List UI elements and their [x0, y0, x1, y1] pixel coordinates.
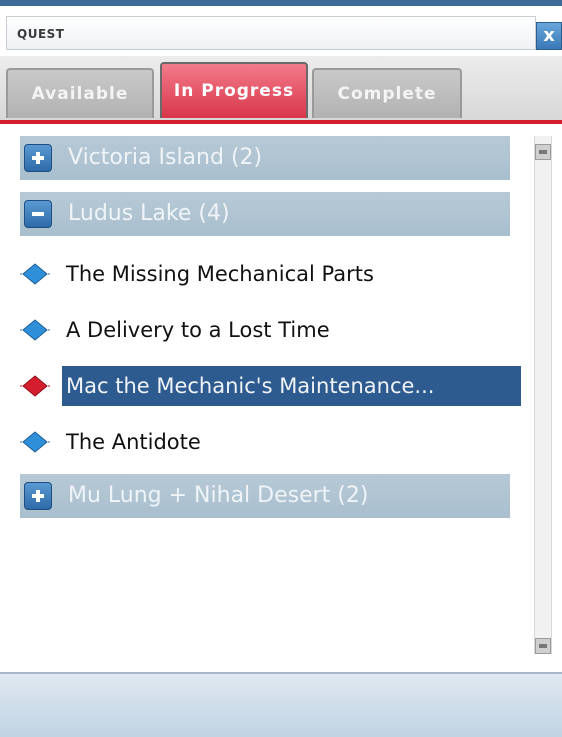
- tab-available[interactable]: Available: [6, 68, 154, 118]
- quest-list: Victoria Island (2) Ludus Lake (4) The M…: [0, 124, 562, 672]
- list-item[interactable]: A Delivery to a Lost Time: [20, 310, 520, 350]
- quest-tabs: Available In Progress Complete: [0, 56, 562, 124]
- group-label: Mu Lung + Nihal Desert (2): [68, 483, 369, 508]
- list-item-selected[interactable]: Mac the Mechanic's Maintenance...: [20, 366, 521, 406]
- expand-icon[interactable]: [24, 144, 52, 172]
- quest-bullet-icon: [20, 319, 50, 341]
- quest-bullet-active-icon: [20, 375, 50, 397]
- window-title: QUEST: [17, 27, 65, 41]
- quest-bullet-icon: [20, 263, 50, 285]
- group-label: Victoria Island (2): [68, 145, 263, 170]
- quest-label: A Delivery to a Lost Time: [66, 318, 330, 342]
- scroll-up-button[interactable]: [535, 144, 551, 160]
- expand-icon[interactable]: [24, 482, 52, 510]
- group-ludus-lake[interactable]: Ludus Lake (4): [20, 192, 510, 236]
- scrollbar[interactable]: [534, 136, 552, 654]
- quest-label: The Missing Mechanical Parts: [66, 262, 374, 286]
- scroll-down-button[interactable]: [535, 638, 551, 654]
- tab-complete[interactable]: Complete: [312, 68, 462, 118]
- close-icon: x: [543, 25, 555, 46]
- quest-window: QUEST x Available In Progress Complete V…: [0, 0, 562, 737]
- close-button[interactable]: x: [536, 22, 562, 50]
- window-titlebar[interactable]: QUEST: [6, 16, 536, 50]
- group-label: Ludus Lake (4): [68, 201, 230, 226]
- quest-label: The Antidote: [66, 430, 201, 454]
- quest-bullet-icon: [20, 431, 50, 453]
- collapse-icon[interactable]: [24, 200, 52, 228]
- list-item[interactable]: The Missing Mechanical Parts: [20, 254, 520, 294]
- window-footer: [0, 672, 562, 737]
- tab-in-progress[interactable]: In Progress: [160, 62, 308, 118]
- group-victoria-island[interactable]: Victoria Island (2): [20, 136, 510, 180]
- quest-label: Mac the Mechanic's Maintenance...: [62, 366, 521, 406]
- list-item[interactable]: The Antidote: [20, 422, 520, 462]
- group-mu-lung-nihal-desert[interactable]: Mu Lung + Nihal Desert (2): [20, 474, 510, 518]
